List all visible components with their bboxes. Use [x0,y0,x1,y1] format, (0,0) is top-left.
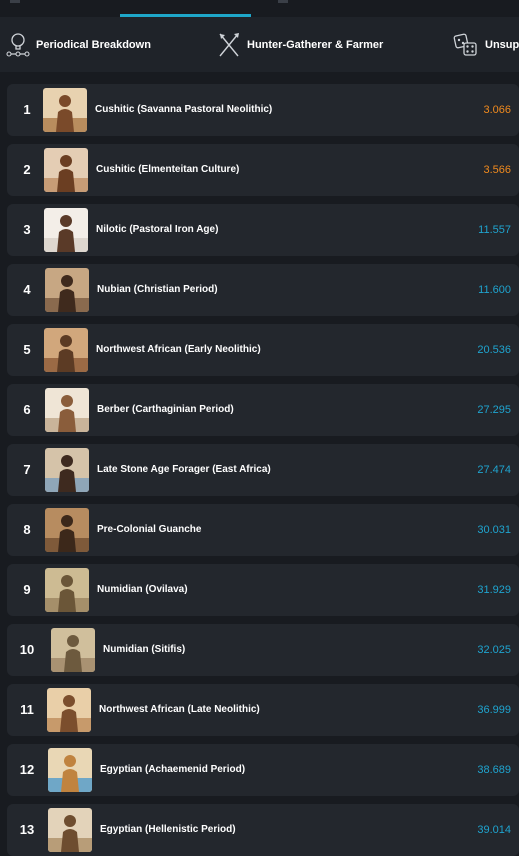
rank-number: 5 [23,342,31,357]
distance-value: 3.066 [483,104,511,116]
rank-number: 13 [19,822,35,837]
population-name: Egyptian (Hellenistic Period) [100,824,236,835]
population-name: Egyptian (Achaemenid Period) [100,764,246,775]
rank-number: 7 [23,462,31,477]
result-row[interactable]: 10 Numidian (Sitifis) 32.025 [7,624,519,676]
rank-number: 10 [19,642,35,657]
top-tab-strip [0,0,519,17]
tab-periodical-breakdown[interactable]: Periodical Breakdown [6,17,151,72]
distance-value: 11.600 [478,284,511,296]
rank-number: 2 [23,162,31,177]
tab-label: Periodical Breakdown [36,38,151,51]
population-thumbnail [45,268,89,312]
result-row[interactable]: 9 Numidian (Ovilava) 31.929 [7,564,519,616]
distance-value: 27.295 [477,404,511,416]
dice-icon [453,32,479,58]
result-row[interactable]: 13 Egyptian (Hellenistic Period) 39.014 [7,804,519,856]
population-name: Late Stone Age Forager (East Africa) [97,464,271,475]
distance-value: 39.014 [477,824,511,836]
tab-stub[interactable] [10,0,20,3]
rank-number: 9 [23,582,31,597]
result-row[interactable]: 11 Northwest African (Late Neolithic) 36.9… [7,684,519,736]
distance-value: 27.474 [477,464,511,476]
result-row[interactable]: 3 Nilotic (Pastoral Iron Age) 11.557 [7,204,519,256]
result-row[interactable]: 4 Nubian (Christian Period) 11.600 [7,264,519,316]
rank-number: 8 [23,522,31,537]
result-row[interactable]: 6 Berber (Carthaginian Period) 27.295 [7,384,519,436]
category-tabs: Periodical Breakdown Hunter-Gatherer & F… [0,17,519,72]
population-name: Berber (Carthaginian Period) [97,404,234,415]
rank-number: 6 [23,402,31,417]
tab-unsupervised[interactable]: Unsup [453,17,519,72]
tab-label: Unsup [485,38,519,51]
timeline-bulb-icon [6,31,30,59]
population-thumbnail [51,628,95,672]
population-name: Northwest African (Early Neolithic) [96,344,261,355]
rank-number: 11 [20,702,34,717]
population-name: Numidian (Sitifis) [103,644,186,655]
result-row[interactable]: 1 Cushitic (Savanna Pastoral Neolithic) 3.… [7,84,519,136]
population-thumbnail [43,88,87,132]
population-thumbnail [45,388,89,432]
population-name: Nilotic (Pastoral Iron Age) [96,224,219,235]
distance-value: 3.566 [483,164,511,176]
distance-value: 31.929 [477,584,511,596]
rank-number: 1 [23,102,31,117]
population-name: Cushitic (Elmenteitan Culture) [96,164,240,175]
population-thumbnail [45,448,89,492]
result-row[interactable]: 12 Egyptian (Achaemenid Period) 38.689 [7,744,519,796]
population-name: Cushitic (Savanna Pastoral Neolithic) [95,104,273,115]
population-name: Nubian (Christian Period) [97,284,218,295]
population-thumbnail [48,808,92,852]
distance-value: 32.025 [477,644,511,656]
tab-stub[interactable] [278,0,288,3]
spear-icon [217,32,241,58]
result-row[interactable]: 7 Late Stone Age Forager (East Africa) 27.… [7,444,519,496]
population-name: Numidian (Ovilava) [97,584,188,595]
rank-number: 12 [19,762,35,777]
population-thumbnail [48,748,92,792]
population-name: Pre-Colonial Guanche [97,524,202,535]
distance-value: 20.536 [477,344,511,356]
tab-hunter-gatherer-farmer[interactable]: Hunter-Gatherer & Farmer [217,17,383,72]
tab-label: Hunter-Gatherer & Farmer [247,38,384,51]
population-name: Northwest African (Late Neolithic) [99,704,260,715]
population-thumbnail [45,568,89,612]
rank-number: 4 [23,282,31,297]
distance-value: 38.689 [477,764,511,776]
population-thumbnail [47,688,91,732]
population-thumbnail [45,508,89,552]
distance-value: 11.557 [478,224,511,236]
result-row[interactable]: 5 Northwest African (Early Neolithic) 20.5… [7,324,519,376]
population-thumbnail [44,208,88,252]
population-thumbnail [44,328,88,372]
result-row[interactable]: 8 Pre-Colonial Guanche 30.031 [7,504,519,556]
population-thumbnail [44,148,88,192]
distance-value: 30.031 [477,524,511,536]
rank-number: 3 [23,222,31,237]
result-row[interactable]: 2 Cushitic (Elmenteitan Culture) 3.566 [7,144,519,196]
distance-value: 36.999 [477,704,511,716]
